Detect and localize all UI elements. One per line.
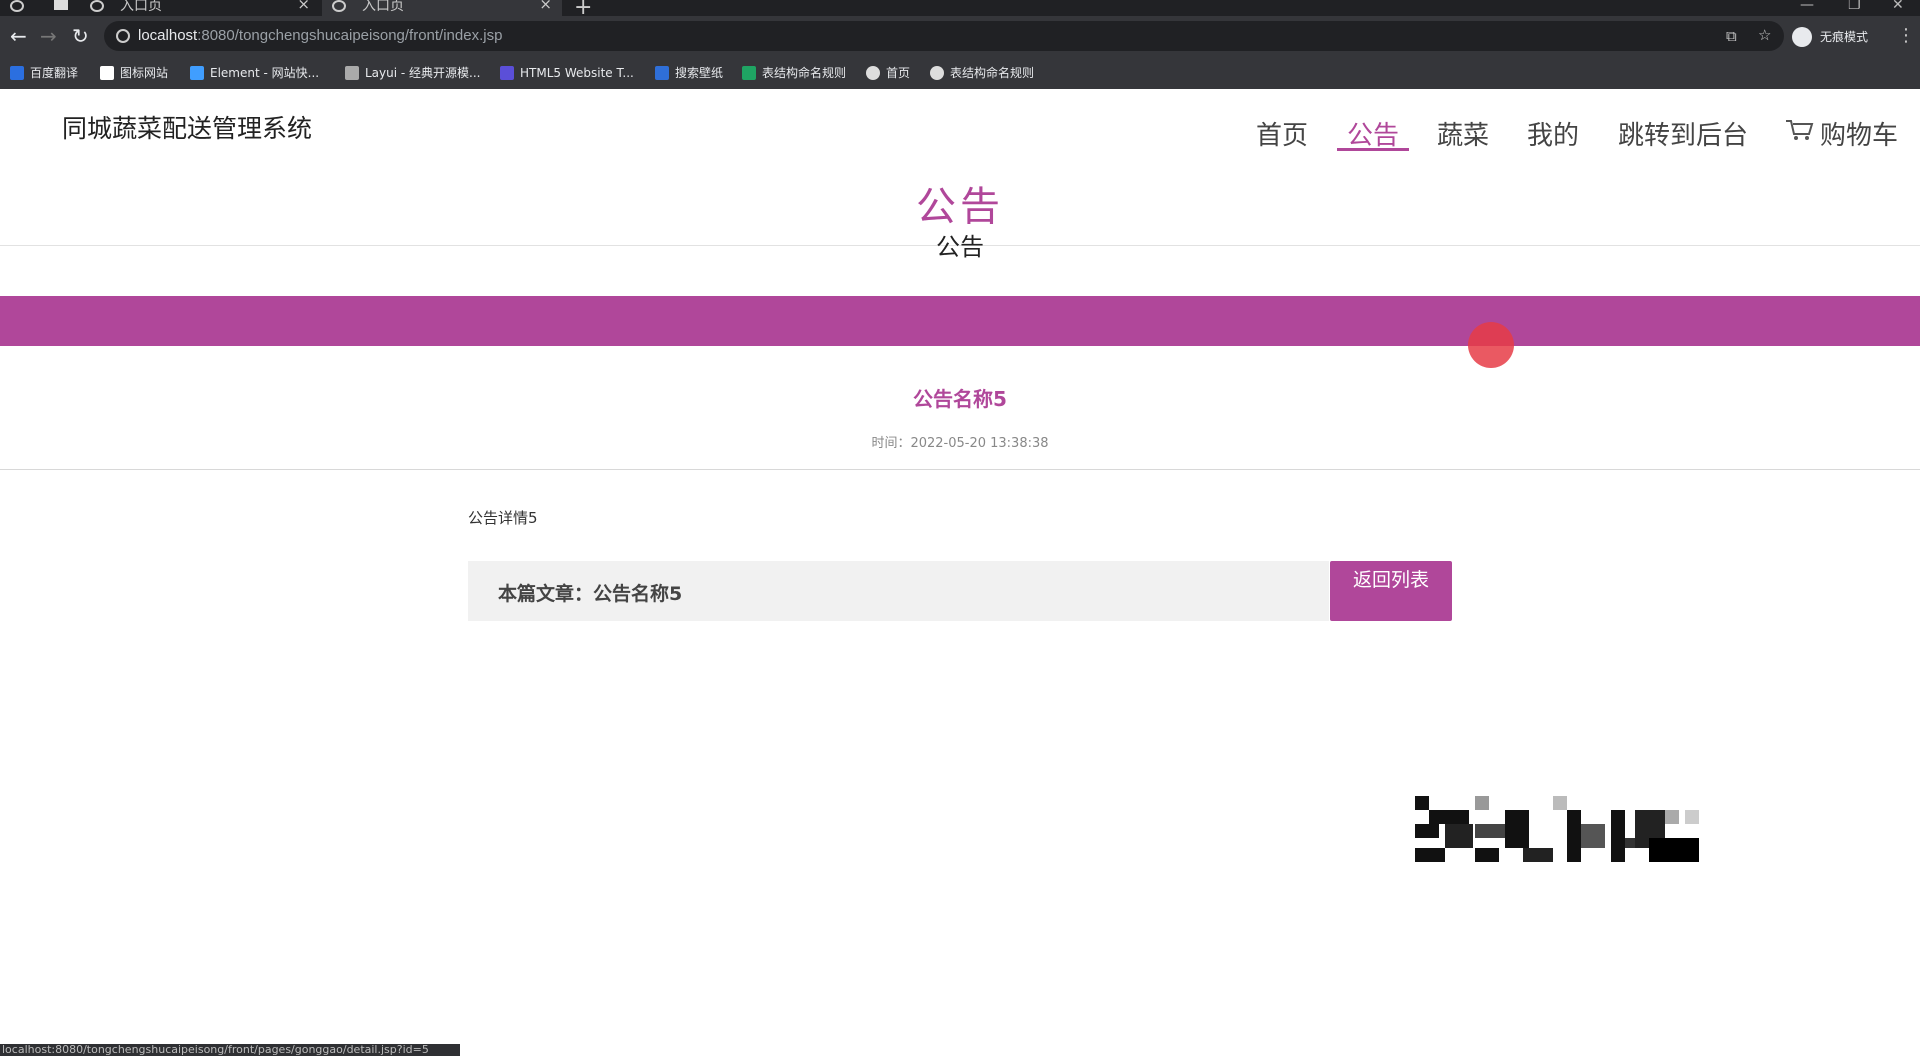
bookmark-item[interactable]: 百度翻译 <box>10 65 78 81</box>
browser-tab-1[interactable]: 入口页 × <box>80 0 320 16</box>
bookmarks-bar: 百度翻译 图标网站 Element - 网站快... Layui - 经典开源模… <box>0 59 1920 89</box>
section-title: 公告 <box>916 184 1004 230</box>
bookmark-item[interactable]: 图标网站 <box>100 65 168 81</box>
bookmark-item[interactable]: 表结构命名规则 <box>930 65 1034 81</box>
nav-active-underline <box>1337 148 1409 151</box>
browser-toolbar: ← → ↻ localhost:8080/tongchengshucaipeis… <box>0 16 1920 59</box>
tab-label: 入口页 <box>120 0 162 14</box>
banner-bar <box>0 296 1920 346</box>
section-subtitle: 公告 <box>936 233 984 261</box>
bookmark-favicon-icon <box>866 66 880 80</box>
tab-label: 入口页 <box>362 0 404 14</box>
translate-icon[interactable]: ⧉ <box>1726 27 1737 45</box>
window-icon <box>54 0 68 10</box>
url-text[interactable]: localhost:8080/tongchengshucaipeisong/fr… <box>138 27 502 44</box>
window-close-icon[interactable]: ✕ <box>1892 0 1904 13</box>
maximize-icon[interactable]: ❐ <box>1848 0 1861 13</box>
current-article-box: 本篇文章：公告名称5 <box>468 561 1329 621</box>
back-arrow-icon[interactable]: ← <box>10 26 27 46</box>
bookmark-favicon-icon <box>100 66 114 80</box>
bookmark-favicon-icon <box>930 66 944 80</box>
reload-icon[interactable]: ↻ <box>72 26 89 46</box>
bookmark-item[interactable]: Element - 网站快... <box>190 65 319 81</box>
nav-home[interactable]: 首页 <box>1256 115 1308 152</box>
forward-arrow-icon[interactable]: → <box>40 26 57 46</box>
browser-logo-icon <box>10 0 24 12</box>
back-to-list-button[interactable]: 返回列表 <box>1330 561 1452 621</box>
nav-announcement[interactable]: 公告 <box>1347 115 1399 152</box>
minimize-icon[interactable]: — <box>1800 0 1814 13</box>
bookmark-favicon-icon <box>742 66 756 80</box>
bookmark-favicon-icon <box>190 66 204 80</box>
tab-favicon-icon <box>332 0 346 12</box>
bookmark-favicon-icon <box>655 66 669 80</box>
bookmark-item[interactable]: Layui - 经典开源模... <box>345 65 480 81</box>
nav-admin[interactable]: 跳转到后台 <box>1618 115 1748 152</box>
bookmark-favicon-icon <box>500 66 514 80</box>
browser-menu-icon[interactable]: ⋮ <box>1897 25 1915 46</box>
cart-icon[interactable] <box>1784 118 1814 142</box>
pixelated-watermark <box>1415 796 1699 862</box>
nav-mine[interactable]: 我的 <box>1527 115 1579 152</box>
bookmark-item[interactable]: 搜索壁纸 <box>655 65 723 81</box>
incognito-badge[interactable]: 无痕模式 <box>1792 25 1868 49</box>
site-info-icon[interactable] <box>116 29 130 43</box>
browser-status-url: localhost:8080/tongchengshucaipeisong/fr… <box>0 1044 460 1056</box>
bookmark-item[interactable]: 表结构命名规则 <box>742 65 846 81</box>
nav-cart[interactable]: 购物车 <box>1820 115 1898 152</box>
incognito-icon <box>1792 27 1812 47</box>
tab-favicon-icon <box>90 0 104 12</box>
current-article-label: 本篇文章：公告名称5 <box>498 583 683 605</box>
article-body: 公告详情5 <box>468 509 538 527</box>
article-title: 公告名称5 <box>913 387 1007 411</box>
bookmark-item[interactable]: HTML5 Website T... <box>500 65 634 81</box>
cursor-highlight <box>1468 322 1514 368</box>
web-page: 同城蔬菜配送管理系统 首页 公告 蔬菜 我的 跳转到后台 购物车 公告 公告 公… <box>0 89 1920 1056</box>
tab-close-icon[interactable]: × <box>539 0 552 12</box>
article-time: 时间：2022-05-20 13:38:38 <box>871 436 1049 451</box>
bookmark-favicon-icon <box>10 66 24 80</box>
browser-tab-strip: 入口页 × 入口页 × + — ❐ ✕ <box>0 0 1920 20</box>
browser-tab-2[interactable]: 入口页 × <box>322 0 562 16</box>
tab-close-icon[interactable]: × <box>297 0 310 12</box>
bookmark-star-icon[interactable]: ☆ <box>1758 26 1771 44</box>
site-title[interactable]: 同城蔬菜配送管理系统 <box>62 109 312 145</box>
article-divider <box>0 469 1920 470</box>
bookmark-favicon-icon <box>345 66 359 80</box>
bookmark-item[interactable]: 首页 <box>866 65 910 81</box>
nav-vegetables[interactable]: 蔬菜 <box>1437 115 1489 152</box>
address-bar[interactable]: localhost:8080/tongchengshucaipeisong/fr… <box>104 21 1784 51</box>
